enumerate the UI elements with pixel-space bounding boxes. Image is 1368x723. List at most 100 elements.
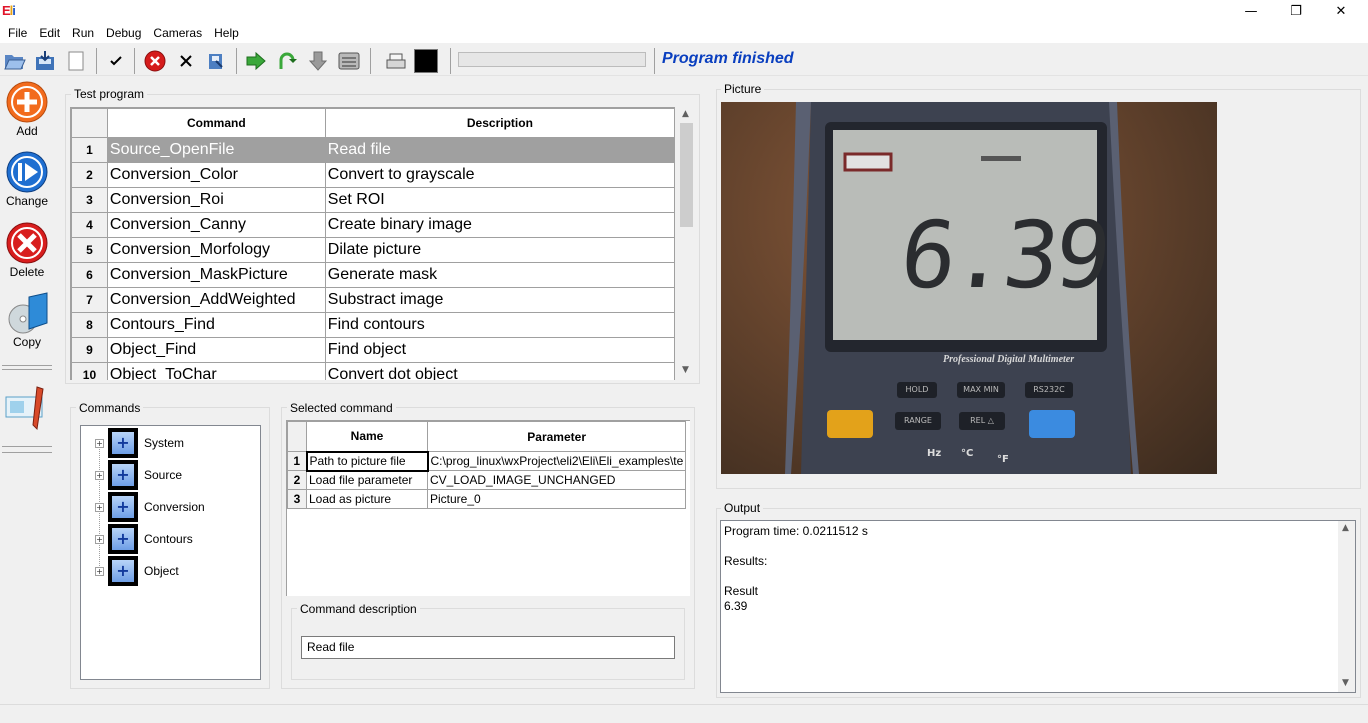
test-program-scrollbar[interactable]: ▲ ▼ (678, 107, 695, 380)
description-cell[interactable]: Convert to grayscale (324, 162, 675, 188)
copy-button[interactable]: Copy (3, 291, 51, 349)
name-cell[interactable]: Load file parameter (306, 470, 428, 490)
expand-icon[interactable]: + (95, 534, 104, 544)
table-row[interactable]: 6 Conversion_MaskPicture Generate mask (71, 262, 675, 288)
table-row[interactable]: 9 Object_Find Find object (71, 337, 675, 363)
description-cell[interactable]: Convert dot object (324, 362, 675, 380)
column-header-description[interactable]: Description (324, 108, 675, 138)
command-description-field[interactable]: Read file (301, 636, 675, 659)
delete-button[interactable]: Delete (3, 221, 51, 279)
command-cell[interactable]: Conversion_Color (106, 162, 326, 188)
scroll-down-arrow-icon[interactable]: ▼ (682, 365, 689, 375)
column-header-command[interactable]: Command (106, 108, 326, 138)
scroll-up-arrow-icon[interactable]: ▲ (682, 109, 689, 119)
scroll-up-arrow-icon[interactable]: ▲ (1342, 523, 1349, 533)
keyboard-icon[interactable] (337, 49, 361, 73)
table-row[interactable]: 2 Conversion_Color Convert to grayscale (71, 162, 675, 188)
expand-icon[interactable]: + (95, 566, 104, 576)
scrollbar-thumb[interactable] (680, 123, 693, 227)
minimize-button[interactable]: — (1228, 0, 1274, 22)
table-row[interactable]: 3 Load as picture Picture_0 (287, 489, 687, 509)
row-number[interactable]: 4 (71, 212, 108, 238)
table-row[interactable]: 8 Contours_Find Find contours (71, 312, 675, 338)
menu-cameras[interactable]: Cameras (147, 26, 208, 40)
name-cell[interactable]: Load as picture (306, 489, 428, 509)
row-number[interactable]: 6 (71, 262, 108, 288)
command-cell[interactable]: Source_OpenFile (106, 137, 326, 163)
close-button[interactable]: ✕ (1318, 0, 1364, 22)
color-swatch[interactable] (414, 49, 438, 73)
expand-icon[interactable]: + (95, 502, 104, 512)
row-number[interactable]: 8 (71, 312, 108, 338)
output-scrollbar[interactable]: ▲ ▼ (1338, 521, 1355, 692)
command-cell[interactable]: Conversion_Canny (106, 212, 326, 238)
table-row[interactable]: 2 Load file parameter CV_LOAD_IMAGE_UNCH… (287, 470, 687, 490)
change-button[interactable]: Change (3, 150, 51, 208)
table-row[interactable]: 7 Conversion_AddWeighted Substract image (71, 287, 675, 313)
row-number[interactable]: 10 (71, 362, 108, 380)
new-file-icon[interactable] (64, 49, 88, 73)
run-arrow-icon[interactable] (244, 49, 268, 73)
check-icon[interactable] (104, 49, 128, 73)
maximize-button[interactable]: ❐ (1273, 0, 1319, 22)
commands-tree[interactable]: + + System + + Source + + Conversion + +… (80, 425, 261, 680)
parameter-cell[interactable]: Picture_0 (426, 489, 687, 509)
description-cell[interactable]: Find object (324, 337, 675, 363)
table-row[interactable]: 1 Source_OpenFile Read file (71, 137, 675, 163)
row-number[interactable]: 1 (71, 137, 108, 163)
description-cell[interactable]: Dilate picture (324, 237, 675, 263)
row-number[interactable]: 3 (287, 489, 307, 509)
command-cell[interactable]: Conversion_Roi (106, 187, 326, 213)
save-file-icon[interactable] (33, 49, 57, 73)
description-cell[interactable]: Set ROI (324, 187, 675, 213)
row-number[interactable]: 3 (71, 187, 108, 213)
expand-icon[interactable]: + (95, 438, 104, 448)
description-cell[interactable]: Generate mask (324, 262, 675, 288)
script-edit-icon[interactable] (4, 385, 50, 431)
scroll-down-arrow-icon[interactable]: ▼ (1342, 678, 1349, 688)
table-row[interactable]: 1 Path to picture file C:\prog_linux\wxP… (287, 450, 687, 472)
command-cell[interactable]: Conversion_MaskPicture (106, 262, 326, 288)
expand-icon[interactable]: + (95, 470, 104, 480)
menu-debug[interactable]: Debug (100, 26, 147, 40)
step-over-icon[interactable] (275, 49, 299, 73)
column-header-name[interactable]: Name (306, 421, 428, 452)
table-row[interactable]: 3 Conversion_Roi Set ROI (71, 187, 675, 213)
row-number[interactable]: 2 (287, 470, 307, 490)
menu-run[interactable]: Run (66, 26, 100, 40)
command-cell[interactable]: Object_Find (106, 337, 326, 363)
add-button[interactable]: Add (3, 80, 51, 138)
export-icon[interactable] (204, 49, 228, 73)
description-cell[interactable]: Read file (324, 137, 675, 163)
name-cell[interactable]: Path to picture file (305, 450, 429, 472)
parameter-cell[interactable]: C:\prog_linux\wxProject\eli2\Eli\Eli_exa… (426, 451, 687, 471)
command-cell[interactable]: Object_ToChar (106, 362, 326, 380)
command-cell[interactable]: Conversion_Morfology (106, 237, 326, 263)
command-cell[interactable]: Conversion_AddWeighted (106, 287, 326, 313)
description-cell[interactable]: Create binary image (324, 212, 675, 238)
tree-node-system[interactable]: + + System (95, 428, 184, 458)
test-program-grid[interactable]: Command Description 1 Source_OpenFile Re… (70, 107, 675, 380)
menu-file[interactable]: File (2, 26, 33, 40)
command-cell[interactable]: Contours_Find (106, 312, 326, 338)
delete-x-icon[interactable] (174, 49, 198, 73)
parameter-cell[interactable]: CV_LOAD_IMAGE_UNCHANGED (426, 470, 687, 490)
row-number[interactable]: 9 (71, 337, 108, 363)
step-down-icon[interactable] (306, 49, 330, 73)
tree-node-conversion[interactable]: + + Conversion (95, 492, 205, 522)
row-number[interactable]: 2 (71, 162, 108, 188)
column-header-parameter[interactable]: Parameter (426, 421, 687, 452)
stop-icon[interactable] (143, 49, 167, 73)
row-number[interactable]: 7 (71, 287, 108, 313)
row-number[interactable]: 1 (287, 451, 307, 471)
row-number[interactable]: 5 (71, 237, 108, 263)
description-cell[interactable]: Substract image (324, 287, 675, 313)
tree-node-source[interactable]: + + Source (95, 460, 182, 490)
table-row[interactable]: 4 Conversion_Canny Create binary image (71, 212, 675, 238)
output-textarea[interactable]: Program time: 0.0211512 s Results: Resul… (720, 520, 1356, 693)
tree-node-object[interactable]: + + Object (95, 556, 179, 586)
table-row[interactable]: 5 Conversion_Morfology Dilate picture (71, 237, 675, 263)
description-cell[interactable]: Find contours (324, 312, 675, 338)
table-row[interactable]: 10 Object_ToChar Convert dot object (71, 362, 675, 380)
selected-command-grid[interactable]: Name Parameter 1 Path to picture file C:… (286, 420, 690, 596)
